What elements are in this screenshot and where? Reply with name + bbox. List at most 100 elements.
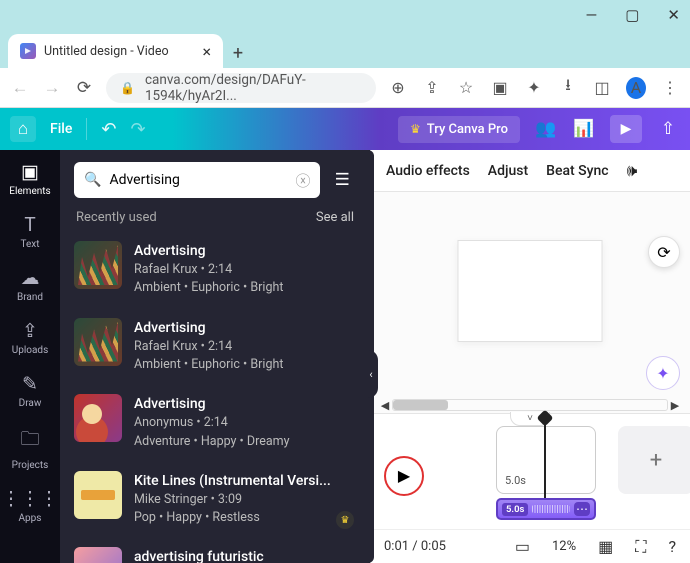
maximize-button[interactable]: ▢ (625, 6, 639, 24)
resync-button[interactable]: ⟳ (648, 236, 680, 268)
track-thumbnail[interactable] (74, 318, 122, 366)
track-tags: Pop • Happy • Restless (134, 509, 331, 527)
collapse-panel-button[interactable]: ‹ (364, 350, 378, 398)
track-thumbnail[interactable] (74, 547, 122, 563)
track-thumbnail[interactable] (74, 394, 122, 442)
nav-item-projects[interactable]: 🗀 Projects (12, 425, 49, 471)
browser-toolbar: ← → ⟳ 🔒 canva.com/design/DAFuY-1594k/hyA… (0, 68, 690, 108)
nav-item-apps[interactable]: ⋮⋮⋮ Apps (2, 487, 59, 524)
waveform (532, 505, 570, 513)
see-all-link[interactable]: See all (316, 210, 354, 225)
search-input[interactable] (109, 172, 287, 188)
timeline-status: 0:01 / 0:05 ▭ 12% ▦ ⛶ ? (370, 529, 690, 563)
undo-button[interactable]: ↶ (101, 119, 116, 140)
reload-button[interactable]: ⟳ (74, 78, 94, 98)
canva-favicon (20, 43, 36, 59)
share-icon[interactable]: ⇪ (422, 78, 442, 97)
add-page-button[interactable]: + (618, 426, 690, 494)
track-thumbnail[interactable] (74, 471, 122, 519)
track-title: Advertising (134, 394, 290, 414)
audio-more-icon[interactable]: ⋯ (574, 502, 590, 516)
nav-label: Apps (19, 513, 42, 524)
playhead[interactable] (544, 418, 546, 502)
reader-icon[interactable]: ▣ (490, 78, 510, 97)
scroll-thumb[interactable] (393, 400, 448, 410)
audio-track[interactable]: advertising futuristic Kagateni • 2:15 (72, 541, 358, 563)
page-canvas[interactable] (458, 240, 603, 342)
scroll-track[interactable] (392, 399, 668, 411)
close-window-button[interactable]: ✕ (667, 6, 680, 24)
timeline-tracks[interactable]: 5.0s 5.0s ⋯ + (436, 422, 676, 529)
magic-button[interactable]: ✦ (646, 356, 680, 390)
browser-actions: ⊕ ⇪ ☆ ▣ ✦ ⭳ ◫ A ⋮ (388, 74, 680, 101)
search-box[interactable]: 🔍 ⓧ (74, 162, 320, 198)
redo-button[interactable]: ↷ (130, 119, 145, 140)
back-button[interactable]: ← (10, 78, 30, 98)
zoom-icon[interactable]: ⊕ (388, 78, 408, 97)
pro-badge-icon: ♛ (336, 511, 354, 529)
audio-clip[interactable]: 5.0s ⋯ (496, 498, 596, 520)
nav-item-uploads[interactable]: ⇪Uploads (12, 319, 48, 356)
audio-track[interactable]: Advertising Anonymus • 2:14 Adventure • … (72, 388, 358, 465)
window-controls: — ▢ ✕ (0, 0, 690, 30)
video-clip[interactable]: 5.0s (496, 426, 596, 494)
text-icon: T (24, 213, 35, 236)
scroll-right-icon[interactable]: ▶ (668, 399, 682, 412)
browser-tab[interactable]: Untitled design - Video × (8, 34, 223, 68)
clear-search-button[interactable]: ⓧ (295, 170, 310, 191)
browser-tab-strip: Untitled design - Video × + (0, 30, 690, 68)
grid-view-icon[interactable]: ▦ (598, 537, 613, 556)
address-bar[interactable]: 🔒 canva.com/design/DAFuY-1594k/hyAr2I... (106, 73, 376, 103)
browser-menu-icon[interactable]: ⋮ (660, 78, 680, 97)
analytics-icon[interactable]: 📊 (572, 119, 596, 139)
bookmark-icon[interactable]: ☆ (456, 78, 476, 97)
left-nav: ▣Elements TText ☁Brand ⇪Uploads ✎Draw 🗀 Projec… (0, 150, 60, 563)
notes-icon[interactable]: ▭ (515, 537, 530, 556)
track-artist-time: Rafael Krux • 2:14 (134, 338, 283, 356)
nav-item-elements[interactable]: ▣Elements (9, 160, 50, 197)
track-title: Advertising (134, 241, 283, 261)
nav-item-draw[interactable]: ✎Draw (19, 372, 42, 409)
apps-icon: ⋮⋮⋮ (2, 487, 59, 510)
new-tab-button[interactable]: + (223, 38, 253, 68)
zoom-level[interactable]: 12% (552, 539, 576, 554)
forward-button[interactable]: → (42, 78, 62, 98)
nav-item-text[interactable]: TText (20, 213, 39, 250)
fullscreen-icon[interactable]: ⛶ (635, 537, 646, 557)
home-button[interactable]: ⌂ (10, 116, 36, 142)
close-tab-button[interactable]: × (202, 42, 211, 61)
nav-label: Elements (9, 186, 50, 197)
search-icon: 🔍 (84, 172, 101, 188)
adjust-button[interactable]: Adjust (488, 163, 528, 179)
profile-avatar[interactable]: A (626, 77, 646, 99)
audio-list[interactable]: Advertising Rafael Krux • 2:14 Ambient •… (60, 235, 370, 563)
audio-track[interactable]: Advertising Rafael Krux • 2:14 Ambient •… (72, 235, 358, 312)
share-button[interactable]: ⇧ (656, 119, 680, 139)
try-pro-label: Try Canva Pro (427, 122, 508, 137)
stage[interactable]: ⟳ ✦ ◀ ▶ (370, 192, 690, 413)
extensions-icon[interactable]: ✦ (524, 78, 544, 97)
volume-icon[interactable]: 🕪 (627, 161, 638, 181)
try-pro-button[interactable]: ♛ Try Canva Pro (398, 116, 520, 143)
stage-scrollbar[interactable]: ◀ ▶ (378, 397, 682, 413)
nav-label: Projects (12, 460, 49, 471)
track-tags: Ambient • Euphoric • Bright (134, 279, 283, 297)
collaborate-icon[interactable]: 👥 (534, 119, 558, 139)
audio-track[interactable]: Kite Lines (Instrumental Versi... Mike S… (72, 465, 358, 542)
crown-icon: ♛ (410, 122, 421, 136)
nav-item-brand[interactable]: ☁Brand (17, 266, 43, 303)
help-icon[interactable]: ? (668, 537, 676, 556)
beat-sync-button[interactable]: Beat Sync (546, 163, 608, 179)
audio-effects-button[interactable]: Audio effects (386, 163, 470, 179)
sidepanel-icon[interactable]: ◫ (592, 78, 612, 97)
present-button[interactable]: ▶ (610, 115, 642, 143)
file-menu[interactable]: File (50, 121, 72, 137)
track-thumbnail[interactable] (74, 241, 122, 289)
scroll-left-icon[interactable]: ◀ (378, 399, 392, 412)
projects-icon: 🗀 (20, 425, 39, 457)
downloads-icon[interactable]: ⭳ (558, 74, 578, 101)
minimize-button[interactable]: — (586, 6, 598, 24)
filter-button[interactable]: ☰ (328, 165, 356, 195)
audio-track[interactable]: Advertising Rafael Krux • 2:14 Ambient •… (72, 312, 358, 389)
timeline-play-button[interactable]: ▶ (384, 456, 424, 496)
